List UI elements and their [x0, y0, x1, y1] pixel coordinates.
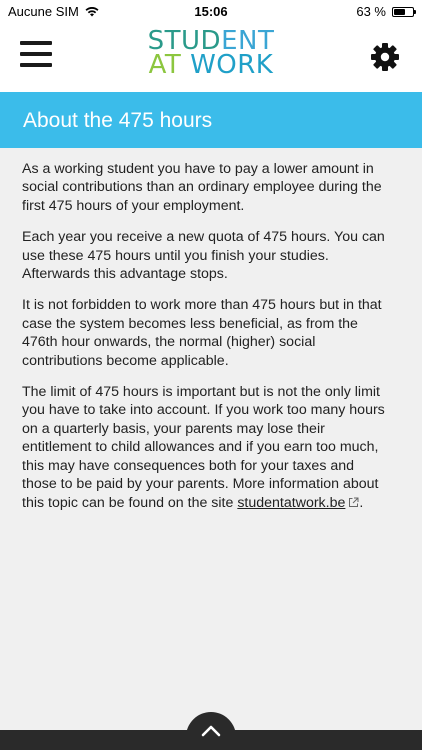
article-content: As a working student you have to pay a l… [22, 160, 390, 526]
battery-fill [394, 8, 406, 15]
title-bar: About the 475 hours [0, 92, 422, 148]
settings-button[interactable] [370, 42, 400, 72]
status-right: 63 % [356, 4, 416, 19]
page-title: About the 475 hours [23, 109, 213, 132]
paragraph-3: It is not forbidden to work more than 47… [22, 297, 382, 369]
logo-line-2: AT WORK [148, 49, 274, 80]
battery-percent: 63 % [356, 4, 386, 19]
gear-icon [371, 43, 399, 71]
paragraph-4-text: The limit of 475 hours is important but … [22, 384, 385, 511]
external-link-icon [348, 495, 359, 513]
status-bar: Aucune SIM 15:06 63 % [0, 0, 422, 22]
scroll-to-top-button[interactable] [186, 712, 236, 750]
studentatwork-link[interactable]: studentatwork.be [237, 495, 345, 511]
battery-icon [392, 6, 416, 17]
app-header: STUDENT AT WORK [0, 22, 422, 92]
student-at-work-logo: STUDENT AT WORK [0, 28, 422, 80]
paragraph-4: The limit of 475 hours is important but … [22, 383, 390, 513]
chevron-up-icon [201, 725, 221, 737]
paragraph-1: As a working student you have to pay a l… [22, 161, 382, 214]
paragraph-2: Each year you receive a new quota of 475… [22, 229, 385, 283]
paragraph-4-end: . [359, 494, 364, 511]
